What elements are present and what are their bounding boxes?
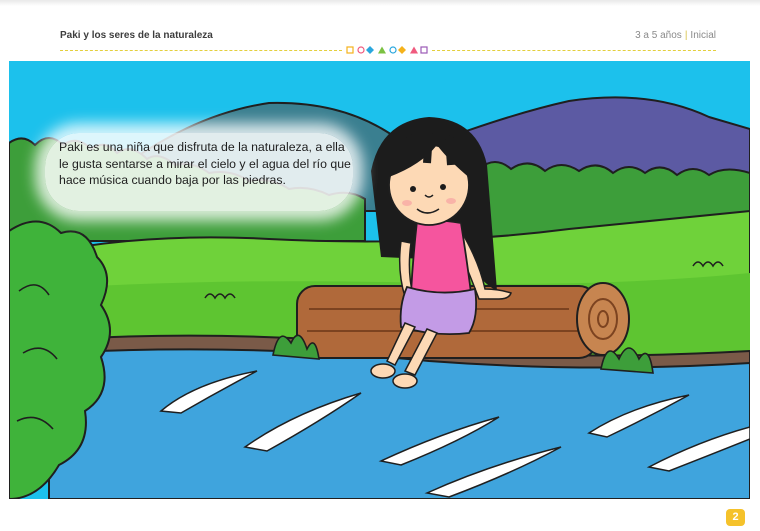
header-meta: 3 a 5 años | Inicial (635, 30, 716, 41)
story-text: Paki es una niña que disfruta de la natu… (59, 140, 351, 187)
age-range: 3 a 5 años (635, 30, 682, 41)
story-text-bubble: Paki es una niña que disfruta de la natu… (45, 133, 353, 211)
level-label: Inicial (690, 30, 716, 41)
header-divider-left (60, 50, 342, 51)
decorative-shapes-icon (346, 46, 428, 54)
story-illustration (9, 61, 750, 499)
header-separator: | (684, 30, 688, 41)
book-title: Paki y los seres de la naturaleza (60, 30, 213, 41)
page-number-badge: 2 (726, 509, 745, 526)
header-divider-right (432, 50, 716, 51)
top-shadow (0, 0, 760, 6)
